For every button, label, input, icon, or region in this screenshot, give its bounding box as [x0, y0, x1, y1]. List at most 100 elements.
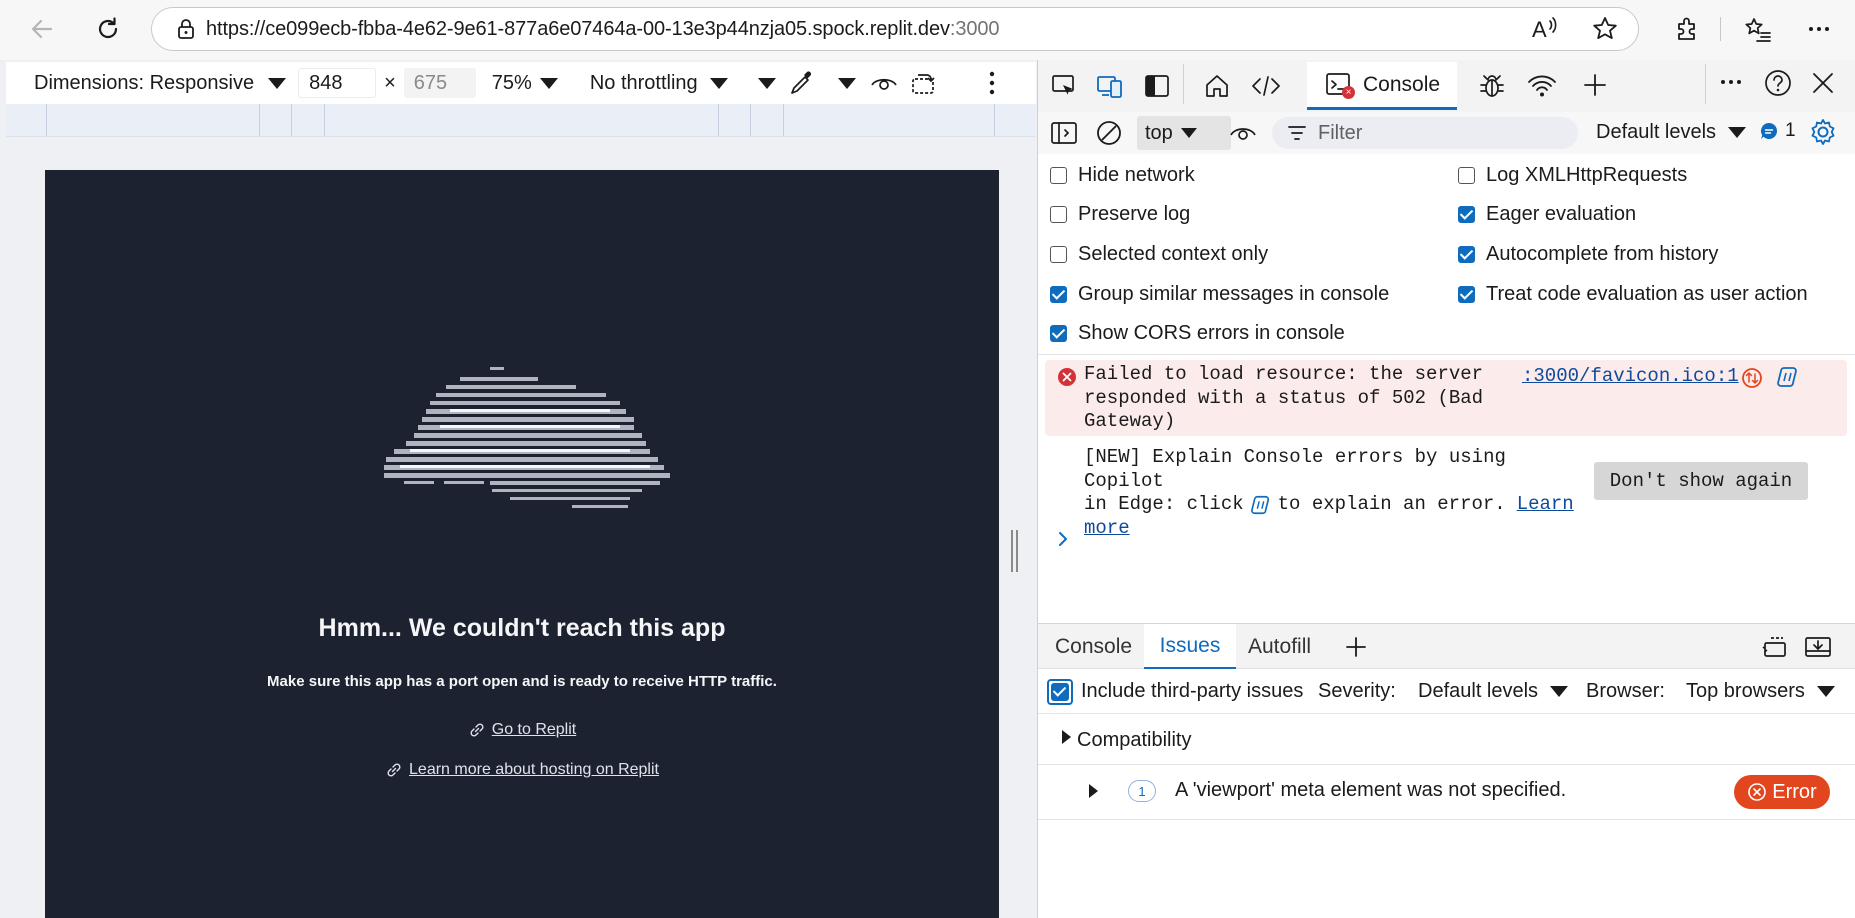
go-to-replit-link[interactable]: Go to Replit — [45, 721, 999, 739]
refresh-button[interactable] — [88, 9, 128, 49]
copilot-tip-line-2a: in Edge: click — [1084, 493, 1244, 515]
device-toolbar-more-icon[interactable] — [988, 70, 996, 96]
help-icon[interactable] — [1763, 68, 1793, 98]
height-input[interactable]: 675 — [403, 68, 476, 98]
network-request-icon[interactable] — [1741, 367, 1763, 389]
console-settings-gear-icon[interactable] — [1808, 117, 1838, 147]
learn-hosting-text[interactable]: Learn more about hosting on Replit — [409, 761, 659, 779]
dimensions-chevron-icon[interactable] — [268, 77, 287, 89]
tab-console[interactable]: × Console — [1307, 62, 1457, 110]
console-filter-input[interactable]: Filter — [1272, 117, 1578, 149]
eager-evaluation-checkbox[interactable] — [1458, 206, 1475, 223]
show-cors-checkbox[interactable] — [1050, 325, 1067, 342]
severity-dropdown[interactable]: Default levels — [1418, 680, 1569, 703]
ascii-art-illustration — [384, 367, 670, 508]
error-line-3: Gateway) — [1084, 410, 1176, 432]
zoom-dropdown[interactable]: 75% — [492, 72, 532, 95]
issue-row[interactable]: 1 A 'viewport' meta element was not spec… — [1038, 764, 1855, 820]
width-input[interactable]: 848 — [298, 68, 377, 98]
rotate-device-icon[interactable] — [910, 70, 938, 96]
selected-context-checkbox[interactable] — [1050, 246, 1067, 263]
issue-message-icon — [1761, 122, 1778, 139]
clear-console-icon[interactable] — [1095, 119, 1123, 147]
group-similar-checkbox[interactable] — [1050, 286, 1067, 303]
url-text[interactable]: https://ce099ecb-fbba-4e62-9e61-877a6e07… — [206, 18, 1000, 41]
issues-bug-icon[interactable] — [1477, 71, 1507, 101]
dimensions-dropdown[interactable]: Dimensions: Responsive — [34, 72, 254, 95]
dock-side-icon[interactable] — [1143, 72, 1171, 100]
group-similar-label: Group similar messages in console — [1078, 283, 1390, 305]
device-toolbar-toggle-icon[interactable] — [1096, 72, 1124, 100]
drawer-tab-issues[interactable]: Issues — [1144, 624, 1236, 669]
drawer-dock-bottom-icon[interactable] — [1804, 624, 1832, 669]
show-sidebar-icon[interactable] — [1050, 120, 1078, 146]
media-query-ruler[interactable] — [6, 104, 1036, 137]
link-icon — [470, 723, 484, 737]
device-toolbar: Dimensions: Responsive 848 × 675 75% No … — [6, 62, 1036, 104]
emulated-viewport — [45, 170, 999, 918]
preserve-log-checkbox[interactable] — [1050, 206, 1067, 223]
issues-counter[interactable]: 1 — [1759, 120, 1796, 142]
extensions-icon[interactable] — [1673, 15, 1701, 43]
console-prompt-chevron-icon[interactable] — [1055, 529, 1071, 549]
devtools-resize-handle[interactable] — [1010, 530, 1020, 572]
add-tab-plus-icon[interactable] — [1582, 72, 1608, 98]
selected-context-label: Selected context only — [1078, 243, 1269, 265]
more-menu-icon[interactable] — [1807, 17, 1831, 41]
log-xhr-checkbox[interactable] — [1458, 167, 1475, 184]
autocomplete-history-checkbox[interactable] — [1458, 246, 1475, 263]
issues-toolbar: Include third-party issues Severity: Def… — [1038, 669, 1855, 714]
learn-more-link[interactable]: Learn — [1517, 493, 1574, 517]
treat-code-eval-checkbox[interactable] — [1458, 286, 1475, 303]
include-third-party-checkbox[interactable] — [1051, 683, 1069, 701]
back-button[interactable] — [22, 9, 62, 49]
hide-network-checkbox[interactable] — [1050, 167, 1067, 184]
severity-label: Severity: — [1318, 680, 1396, 702]
close-devtools-icon[interactable] — [1810, 70, 1836, 96]
drawer-undock-icon[interactable] — [1761, 624, 1789, 669]
context-selector-value: top — [1145, 121, 1173, 144]
go-to-replit-text[interactable]: Go to Replit — [492, 721, 576, 739]
network-wifi-icon[interactable] — [1526, 72, 1558, 100]
error-message-text: Failed to load resource: the server resp… — [1084, 363, 1483, 434]
drawer-add-tab-icon[interactable] — [1344, 624, 1368, 669]
console-input[interactable] — [1080, 524, 1840, 554]
eyedropper-icon[interactable] — [788, 69, 816, 97]
throttling-dropdown[interactable]: No throttling — [590, 72, 698, 95]
address-bar[interactable]: https://ce099ecb-fbba-4e62-9e61-877a6e07… — [151, 7, 1639, 51]
throttling-chevron-icon[interactable] — [709, 77, 728, 89]
browser-dropdown[interactable]: Top browsers — [1686, 680, 1835, 703]
more-options-chevron-icon[interactable] — [757, 77, 776, 89]
toolbar-divider — [1720, 17, 1721, 41]
copilot-explain-icon[interactable] — [1776, 365, 1800, 389]
zoom-chevron-icon[interactable] — [539, 77, 558, 89]
drawer-tab-autofill[interactable]: Autofill — [1248, 624, 1311, 669]
vision-deficiency-eye-icon[interactable] — [870, 71, 898, 95]
eyedropper-chevron-icon[interactable] — [837, 77, 856, 89]
svg-text:A: A — [1532, 17, 1547, 42]
live-expression-eye-icon[interactable] — [1228, 120, 1258, 146]
app-error-subtitle: Make sure this app has a port open and i… — [267, 673, 777, 690]
inspect-element-icon[interactable] — [1050, 72, 1078, 100]
welcome-home-icon[interactable] — [1203, 72, 1231, 100]
lock-icon[interactable] — [176, 18, 196, 40]
more-tools-icon[interactable] — [1719, 72, 1743, 96]
drawer-tab-console[interactable]: Console — [1055, 624, 1132, 669]
favorite-star-icon[interactable] — [1591, 15, 1619, 43]
dont-show-again-button[interactable]: Don't show again — [1594, 462, 1808, 500]
preserve-log-label: Preserve log — [1078, 203, 1191, 225]
compatibility-label: Compatibility — [1077, 729, 1192, 751]
error-source-link[interactable]: :3000/favicon.ico:1 — [1522, 365, 1739, 389]
severity-dropdown-value: Default levels — [1418, 680, 1539, 702]
compatibility-category-row[interactable]: Compatibility — [1038, 718, 1855, 760]
read-aloud-icon[interactable]: A — [1531, 15, 1561, 43]
context-selector[interactable]: top — [1137, 116, 1231, 150]
error-x-circle-icon — [1748, 783, 1767, 801]
favorites-icon[interactable] — [1743, 15, 1773, 43]
learn-hosting-link[interactable]: Learn more about hosting on Replit — [45, 761, 999, 779]
expand-triangle-icon — [1062, 730, 1071, 744]
tab-console-label: Console — [1363, 72, 1441, 96]
log-levels-dropdown[interactable]: Default levels — [1596, 121, 1747, 144]
app-error-title: Hmm... We couldn't reach this app — [318, 614, 726, 642]
elements-code-icon[interactable] — [1250, 72, 1282, 100]
